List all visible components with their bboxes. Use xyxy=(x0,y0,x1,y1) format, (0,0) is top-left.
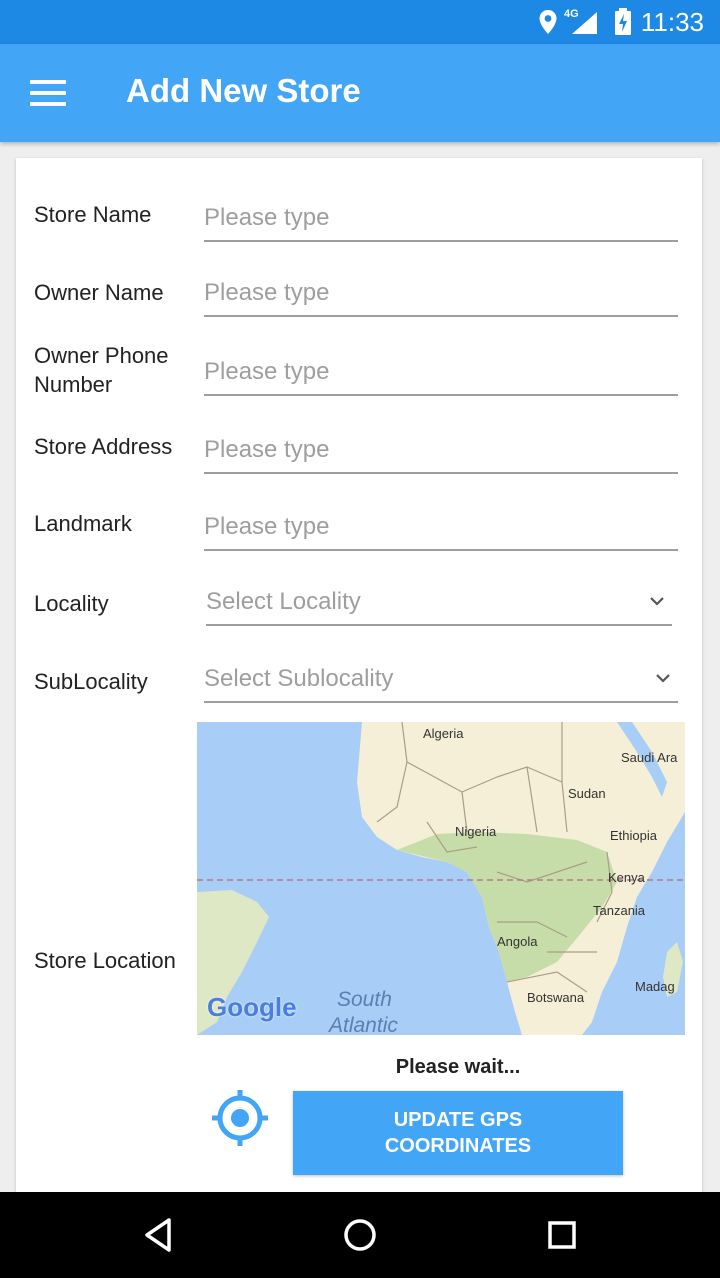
sublocality-select[interactable]: Select Sublocality xyxy=(204,665,678,703)
system-nav-bar xyxy=(0,1192,720,1278)
landmark-field[interactable] xyxy=(204,513,678,551)
menu-icon[interactable] xyxy=(30,80,66,106)
map-label: Madag xyxy=(635,979,675,994)
owner-phone-label: Owner Phone Number xyxy=(34,343,169,397)
chevron-down-icon xyxy=(648,592,666,615)
map-label: Saudi Ara xyxy=(621,750,678,765)
map-label: Ethiopia xyxy=(610,828,657,843)
map-label: Algeria xyxy=(423,726,464,741)
sublocality-label: SubLocality xyxy=(34,669,148,694)
locality-label: Locality xyxy=(34,591,109,616)
landmark-input[interactable] xyxy=(204,513,678,541)
store-location-map[interactable]: Algeria Saudi Ara Sudan Nigeria Ethiopia… xyxy=(197,722,685,1035)
status-time: 11:33 xyxy=(640,6,704,37)
map-label: South xyxy=(337,988,392,1011)
chevron-down-icon xyxy=(654,669,672,692)
wait-text: Please wait... xyxy=(395,1056,521,1078)
update-gps-label-line2: COORDINATES xyxy=(384,1135,532,1157)
map-label: Nigeria xyxy=(455,824,497,839)
owner-name-field[interactable] xyxy=(204,279,678,317)
app-bar: Add New Store xyxy=(0,44,720,142)
map-label: Botswana xyxy=(527,990,585,1005)
map-label: Angola xyxy=(497,934,538,949)
sublocality-selected: Select Sublocality xyxy=(204,665,394,692)
landmark-label: Landmark xyxy=(34,511,132,536)
owner-name-input[interactable] xyxy=(204,279,678,307)
locality-selected: Select Locality xyxy=(206,588,361,615)
back-icon[interactable] xyxy=(133,1210,183,1260)
store-name-input[interactable] xyxy=(204,204,678,232)
gps-target-icon[interactable] xyxy=(210,1088,270,1148)
store-address-field[interactable] xyxy=(204,436,678,474)
page-title: Add New Store xyxy=(126,72,361,109)
store-name-field[interactable] xyxy=(204,204,678,242)
map-label: Kenya xyxy=(608,870,645,885)
owner-name-label: Owner Name xyxy=(34,280,164,305)
network-type: 4G xyxy=(564,8,579,20)
update-gps-button[interactable]: UPDATE GPS COORDINATES xyxy=(293,1091,623,1175)
store-name-label: Store Name xyxy=(34,202,152,227)
store-location-label: Store Location xyxy=(34,948,176,973)
owner-phone-field[interactable] xyxy=(204,358,678,396)
map-label: Sudan xyxy=(568,786,606,801)
google-logo: Google xyxy=(207,992,297,1022)
signal-icon: 4G xyxy=(564,0,600,44)
status-bar: 4G 11:33 xyxy=(0,0,720,44)
update-gps-label-line1: UPDATE GPS xyxy=(393,1109,523,1131)
owner-phone-input[interactable] xyxy=(204,358,678,386)
recents-icon[interactable] xyxy=(537,1210,587,1260)
map-label: Atlantic xyxy=(329,1014,398,1035)
store-address-input[interactable] xyxy=(204,436,678,464)
location-icon xyxy=(538,0,558,44)
locality-select[interactable]: Select Locality xyxy=(206,588,672,626)
store-address-label: Store Address xyxy=(34,434,173,459)
home-icon[interactable] xyxy=(335,1210,385,1260)
battery-charging-icon xyxy=(614,0,632,44)
map-label: Tanzania xyxy=(593,903,646,918)
